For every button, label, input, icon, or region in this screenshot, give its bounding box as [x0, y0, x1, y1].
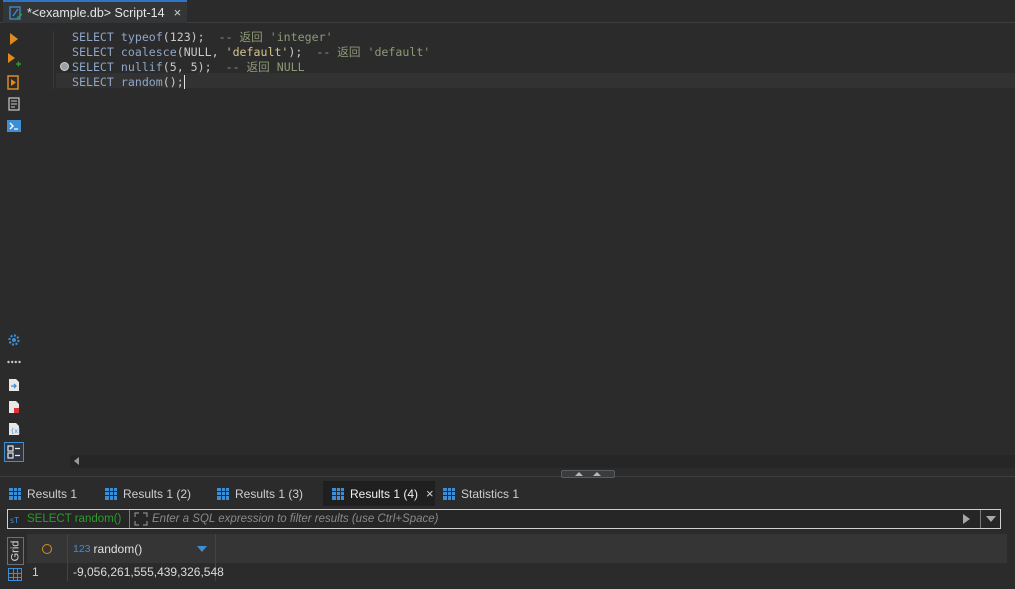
code-args: (5, 5); — [162, 60, 212, 74]
grid-icon — [217, 487, 229, 500]
filter-query-label[interactable]: sT SELECT random() — [8, 510, 130, 528]
table-cell[interactable]: -9,056,261,555,439,326,548 — [68, 563, 224, 581]
close-icon[interactable]: × — [426, 486, 434, 501]
splitter-handle[interactable] — [561, 470, 615, 478]
tab-results-1-2[interactable]: Results 1 (2) — [96, 481, 208, 506]
sort-dropdown-icon[interactable] — [197, 546, 207, 552]
column-header-random[interactable]: 123 random() — [68, 534, 216, 563]
grid-icon — [9, 487, 21, 500]
sql-editor[interactable]: SELECT typeof(123); -- 返回 'integer' SELE… — [27, 23, 1015, 455]
panel-splitter[interactable] — [0, 470, 1015, 478]
grid-icon — [332, 487, 344, 500]
grid-tab-label: Grid — [9, 540, 22, 562]
code-keyword: SELECT — [72, 30, 121, 44]
code-line[interactable]: SELECT typeof(123); -- 返回 'integer' — [72, 30, 333, 45]
sql-script-icon — [9, 5, 23, 20]
code-line[interactable]: SELECT random(); — [72, 75, 185, 90]
apply-filter-button[interactable] — [963, 514, 970, 524]
chevron-up-icon — [575, 472, 583, 476]
console-icon[interactable] — [6, 118, 22, 134]
code-keyword: SELECT — [72, 60, 121, 74]
grid-vertical-scrollbar[interactable] — [1007, 534, 1015, 589]
results-tab-bar: Results 1 Results 1 (2) Results 1 (3) Re… — [0, 479, 1015, 506]
code-line[interactable]: SELECT nullif(5, 5); -- 返回 NULL — [72, 60, 305, 75]
row-number-cell[interactable]: 1 — [27, 563, 68, 581]
execute-script-icon[interactable] — [6, 74, 22, 90]
import-icon[interactable] — [6, 399, 22, 415]
editor-tab-title: *<example.db> Script-14 — [27, 5, 165, 20]
editor-left-toolbar: {x} — [0, 23, 27, 467]
svg-text:sT: sT — [10, 516, 19, 525]
filter-history-dropdown[interactable] — [980, 510, 1000, 528]
tab-label: Results 1 (2) — [123, 486, 192, 501]
code-function: coalesce — [120, 45, 177, 59]
chevron-up-icon — [593, 472, 601, 476]
code-comment: -- 返回 'default' — [302, 45, 431, 59]
text-caret — [183, 75, 185, 89]
tab-label: Statistics 1 — [461, 486, 520, 501]
column-name-label: random() — [93, 541, 143, 556]
current-line-highlight — [56, 73, 1015, 88]
tab-label: Results 1 (3) — [235, 486, 304, 501]
filter-expression-input[interactable] — [148, 510, 957, 528]
chevron-down-icon — [985, 516, 996, 522]
tab-label: Results 1 — [27, 486, 78, 501]
code-args: ); — [288, 45, 303, 59]
tab-statistics-1[interactable]: Statistics 1 — [434, 481, 534, 506]
column-type-label: 123 — [73, 542, 91, 555]
grid-icon — [443, 487, 455, 500]
code-comment: -- 返回 'integer' — [204, 30, 333, 44]
explain-plan-icon[interactable] — [6, 96, 22, 112]
tab-results-1[interactable]: Results 1 — [0, 481, 96, 506]
scroll-left-icon[interactable] — [74, 457, 79, 465]
sql-query-icon: sT — [10, 516, 19, 525]
output-panel-icon[interactable] — [4, 442, 24, 462]
variables-icon[interactable]: {x} — [6, 421, 22, 437]
tab-results-1-4[interactable]: Results 1 (4) × — [323, 481, 435, 506]
more-dots-icon[interactable] — [6, 354, 22, 370]
execute-in-new-tab-icon[interactable] — [6, 52, 22, 68]
svg-text:{x}: {x} — [11, 428, 21, 435]
tab-label: Results 1 (4) — [350, 486, 419, 501]
row-status-icon — [42, 543, 52, 554]
code-function: random — [120, 75, 163, 89]
code-args: (NULL, — [176, 45, 226, 59]
code-string: 'default' — [225, 45, 289, 59]
editor-horizontal-scrollbar[interactable] — [70, 455, 1015, 468]
filter-query-text: SELECT random() — [27, 513, 122, 525]
editor-tab-bar: *<example.db> Script-14 × — [0, 0, 1015, 23]
code-comment: -- 返回 NULL — [211, 60, 305, 74]
code-function: typeof — [120, 30, 163, 44]
code-keyword: SELECT — [72, 75, 121, 89]
execute-statement-icon[interactable] — [6, 31, 22, 47]
close-icon[interactable]: × — [174, 5, 182, 20]
editor-tab-script[interactable]: *<example.db> Script-14 × — [3, 0, 187, 23]
code-function: nullif — [120, 60, 163, 74]
settings-icon[interactable] — [6, 332, 22, 348]
tab-grid[interactable]: Grid — [7, 537, 24, 565]
code-line[interactable]: SELECT coalesce(NULL, 'default'); -- 返回 … — [72, 45, 430, 60]
code-keyword: SELECT — [72, 45, 121, 59]
table-icon[interactable] — [8, 568, 22, 581]
results-grid: 123 random() 1 -9,056,261,555,439,326,54… — [27, 534, 1007, 589]
gutter-divider — [53, 31, 54, 89]
export-icon[interactable] — [6, 377, 22, 393]
select-all-cell[interactable] — [27, 534, 68, 563]
code-args: (); — [162, 75, 184, 89]
grid-header-row: 123 random() — [27, 534, 1007, 563]
grid-icon — [105, 487, 117, 500]
expand-filter-icon[interactable] — [134, 512, 148, 526]
tab-results-1-3[interactable]: Results 1 (3) — [208, 481, 320, 506]
warning-marker-icon[interactable] — [60, 62, 69, 71]
results-view-switcher: Grid — [3, 534, 27, 589]
code-args: (123); — [162, 30, 205, 44]
results-filter-bar: sT SELECT random() — [7, 509, 1001, 529]
